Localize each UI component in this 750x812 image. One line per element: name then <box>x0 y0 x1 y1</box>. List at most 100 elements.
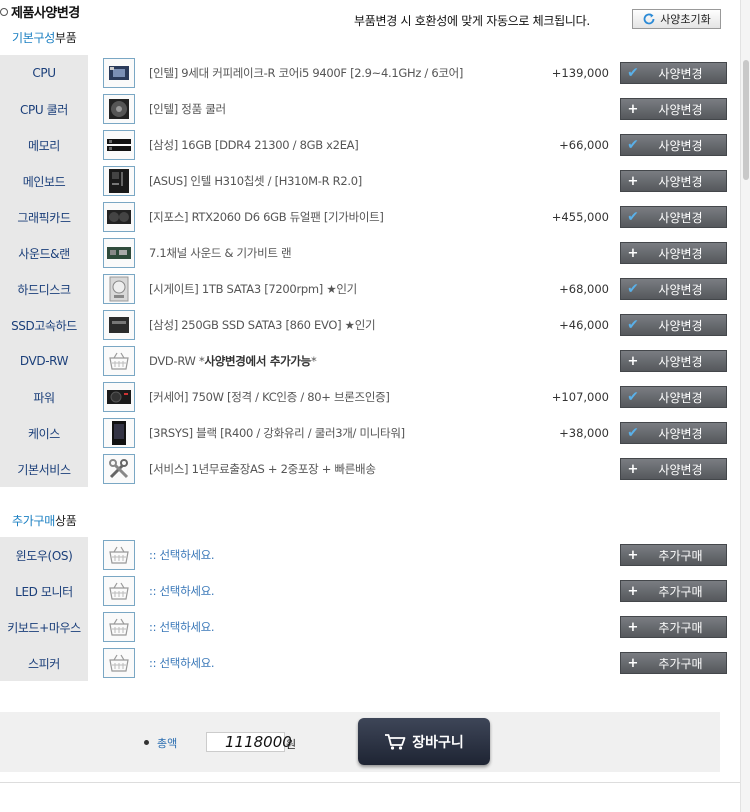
button-label: 사양변경 <box>658 462 703 477</box>
part-row: 기본서비스 [서비스] 1년무료출장AS + 2중포장 + 빠른배송 + 사양변경 <box>0 451 740 487</box>
desc-highlight: 사양변경에서 추가가능 <box>204 354 311 368</box>
ssd-icon[interactable] <box>103 310 135 340</box>
case-icon[interactable] <box>103 418 135 448</box>
plus-icon: + <box>627 353 639 369</box>
order-footer: 총액 1118000 원 장바구니 <box>0 712 720 772</box>
row-description[interactable]: :: 선택하세요. <box>149 573 215 609</box>
button-label: 추가구매 <box>658 656 703 671</box>
row-label: LED 모니터 <box>0 573 88 609</box>
hdd-icon[interactable] <box>103 274 135 304</box>
button-label: 사양변경 <box>658 318 703 333</box>
gpu-icon[interactable] <box>103 202 135 232</box>
change-spec-button[interactable]: ✔ 사양변경 <box>620 134 727 156</box>
change-spec-button[interactable]: ✔ 사양변경 <box>620 62 727 84</box>
part-row: 케이스 [3RSYS] 블랙 [R400 / 강화유리 / 쿨러3개/ 미니타워]… <box>0 415 740 451</box>
check-icon: ✔ <box>627 65 639 81</box>
plus-icon: + <box>627 655 639 671</box>
button-label: 사양변경 <box>658 354 703 369</box>
row-description: [커세어] 750W [정격 / KC인증 / 80+ 브론즈인증] <box>149 390 390 404</box>
basket-icon[interactable] <box>103 346 135 376</box>
row-description: [삼성] 250GB SSD SATA3 [860 EVO] ★인기 <box>149 318 376 332</box>
row-label: 기본서비스 <box>0 451 88 487</box>
refresh-icon <box>643 13 655 25</box>
row-description: [삼성] 16GB [DDR4 21300 / 8GB x2EA] <box>149 138 359 152</box>
bullet-icon <box>144 740 149 745</box>
row-label: 스피커 <box>0 645 88 681</box>
extra-row: 키보드+마우스:: 선택하세요. + 추가구매 <box>0 609 740 645</box>
total-label: 총액 <box>157 737 178 750</box>
row-description[interactable]: :: 선택하세요. <box>149 645 215 681</box>
button-label: 사양변경 <box>658 246 703 261</box>
change-spec-button[interactable]: ✔ 사양변경 <box>620 206 727 228</box>
row-description: [서비스] 1년무료출장AS + 2중포장 + 빠른배송 <box>149 462 376 476</box>
memory-icon[interactable] <box>103 130 135 160</box>
reset-spec-label: 사양초기화 <box>660 13 711 26</box>
cpu-icon[interactable] <box>103 58 135 88</box>
psu-icon[interactable] <box>103 382 135 412</box>
row-description: [인텔] 9세대 커피레이크-R 코어i5 9400F [2.9~4.1GHz … <box>149 66 464 80</box>
button-label: 사양변경 <box>658 282 703 297</box>
row-label: 메모리 <box>0 127 88 163</box>
extra-section-title: 추가구매상품 <box>12 512 77 529</box>
row-price: +139,000 <box>551 66 609 80</box>
row-description: 7.1채널 사운드 & 기가비트 랜 <box>149 246 292 260</box>
add-purchase-button[interactable]: + 추가구매 <box>620 652 727 674</box>
row-description: [인텔] 정품 쿨러 <box>149 102 226 116</box>
row-price: +66,000 <box>559 138 609 152</box>
desc-prefix: DVD-RW * <box>149 354 205 368</box>
add-purchase-button[interactable]: + 추가구매 <box>620 580 727 602</box>
row-description: DVD-RW *사양변경에서 추가가능* <box>149 343 317 379</box>
tools-icon[interactable] <box>103 454 135 484</box>
basket-icon[interactable] <box>103 612 135 642</box>
change-spec-button[interactable]: + 사양변경 <box>620 350 727 372</box>
currency-label: 원 <box>286 738 297 751</box>
part-row: SSD고속하드 [삼성] 250GB SSD SATA3 [860 EVO] ★인… <box>0 307 740 343</box>
reset-spec-button[interactable]: 사양초기화 <box>632 9 721 29</box>
change-spec-button[interactable]: + 사양변경 <box>620 98 727 120</box>
row-label: 윈도우(OS) <box>0 537 88 573</box>
scrollbar[interactable] <box>740 0 750 812</box>
add-purchase-button[interactable]: + 추가구매 <box>620 616 727 638</box>
scrollbar-thumb[interactable] <box>743 60 749 180</box>
change-spec-button[interactable]: + 사양변경 <box>620 458 727 480</box>
row-label: 키보드+마우스 <box>0 609 88 645</box>
row-label: CPU 쿨러 <box>0 91 88 127</box>
row-price: +455,000 <box>551 210 609 224</box>
change-spec-button[interactable]: + 사양변경 <box>620 242 727 264</box>
add-purchase-button[interactable]: + 추가구매 <box>620 544 727 566</box>
row-description[interactable]: :: 선택하세요. <box>149 609 215 645</box>
part-row: 그래픽카드 [지포스] RTX2060 D6 6GB 듀얼팬 [기가바이트] +45… <box>0 199 740 235</box>
row-price: +38,000 <box>559 426 609 440</box>
compatibility-notice: 부품변경 시 호환성에 맞게 자동으로 체크됩니다. <box>354 14 590 28</box>
basket-icon[interactable] <box>103 648 135 678</box>
row-price: +68,000 <box>559 282 609 296</box>
check-icon: ✔ <box>627 281 639 297</box>
row-description: [지포스] RTX2060 D6 6GB 듀얼팬 [기가바이트] <box>149 210 384 224</box>
add-to-cart-button[interactable]: 장바구니 <box>358 718 490 765</box>
change-spec-button[interactable]: ✔ 사양변경 <box>620 278 727 300</box>
row-price: +107,000 <box>551 390 609 404</box>
plus-icon: + <box>627 461 639 477</box>
basket-icon[interactable] <box>103 576 135 606</box>
title-wrap: 제품사양변경 <box>0 2 80 21</box>
change-spec-button[interactable]: ✔ 사양변경 <box>620 314 727 336</box>
row-label: SSD고속하드 <box>0 307 88 343</box>
button-label: 사양변경 <box>658 426 703 441</box>
sound-card-icon[interactable] <box>103 238 135 268</box>
row-description: [시게이트] 1TB SATA3 [7200rpm] ★인기 <box>149 282 357 296</box>
part-row: CPU 쿨러 [인텔] 정품 쿨러 + 사양변경 <box>0 91 740 127</box>
motherboard-icon[interactable] <box>103 166 135 196</box>
row-label: 파워 <box>0 379 88 415</box>
button-label: 사양변경 <box>658 102 703 117</box>
plus-icon: + <box>627 547 639 563</box>
part-row: 사운드&랜 7.1채널 사운드 & 기가비트 랜 + 사양변경 <box>0 235 740 271</box>
change-spec-button[interactable]: ✔ 사양변경 <box>620 422 727 444</box>
change-spec-button[interactable]: + 사양변경 <box>620 170 727 192</box>
button-label: 사양변경 <box>658 66 703 81</box>
basket-icon[interactable] <box>103 540 135 570</box>
cooler-icon[interactable] <box>103 94 135 124</box>
part-row: DVD-RW DVD-RW *사양변경에서 추가가능* + 사양변경 <box>0 343 740 379</box>
row-description[interactable]: :: 선택하세요. <box>149 537 215 573</box>
change-spec-button[interactable]: ✔ 사양변경 <box>620 386 727 408</box>
plus-icon: + <box>627 583 639 599</box>
